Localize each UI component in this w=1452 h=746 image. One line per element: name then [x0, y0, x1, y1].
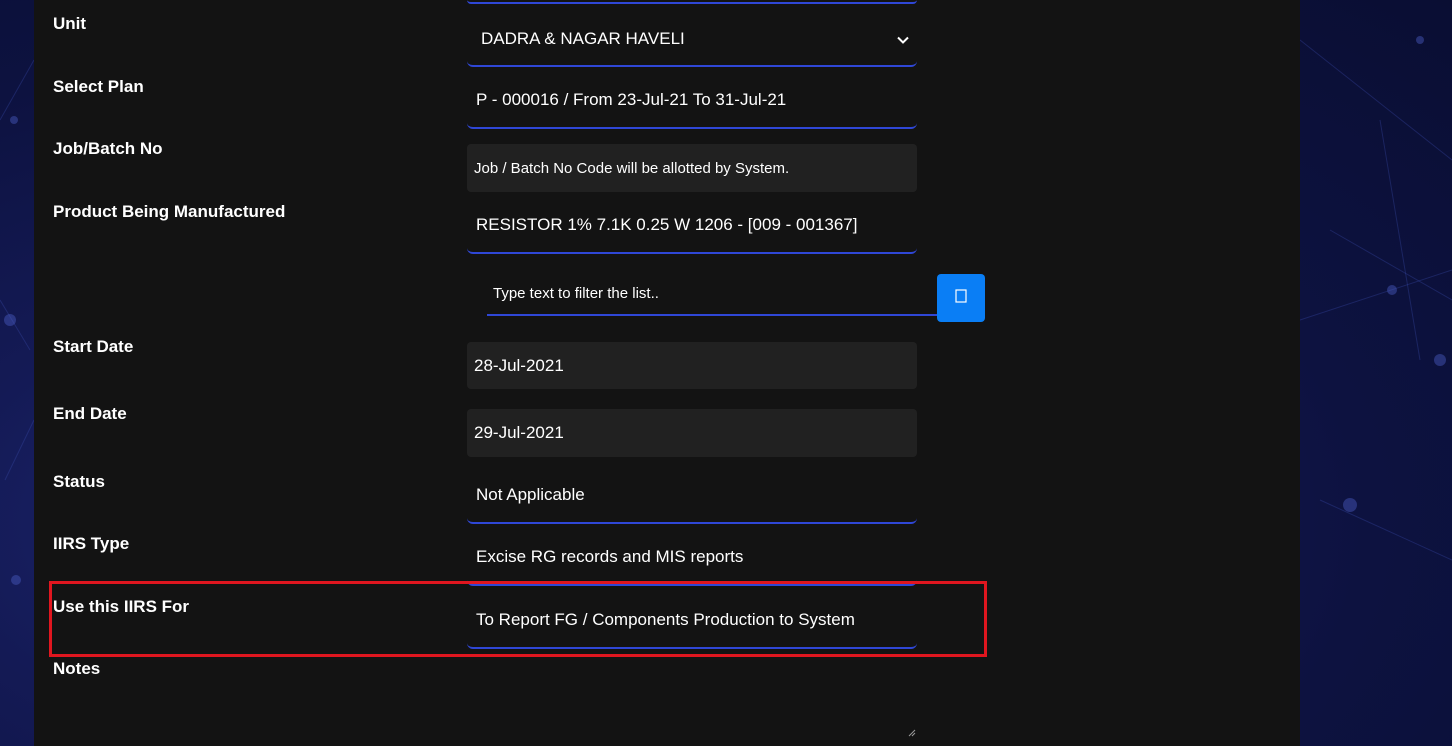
product-field[interactable]: RESISTOR 1% 7.1K 0.25 W 1206 - [009 - 00… [467, 198, 917, 254]
filter-list-input[interactable]: Type text to filter the list.. [487, 272, 939, 316]
select-plan-value: P - 000016 / From 23-Jul-21 To 31-Jul-21 [476, 90, 787, 109]
filter-icon [955, 288, 967, 308]
status-label: Status [53, 472, 105, 491]
job-batch-no-value: Job / Batch No Code will be allotted by … [474, 159, 790, 177]
select-plan-field[interactable]: P - 000016 / From 23-Jul-21 To 31-Jul-21 [467, 73, 917, 129]
unit-select[interactable]: DADRA & NAGAR HAVELI [467, 12, 917, 67]
product-value: RESISTOR 1% 7.1K 0.25 W 1206 - [009 - 00… [476, 215, 858, 234]
unit-select-value: DADRA & NAGAR HAVELI [481, 28, 685, 48]
previous-field-edge [467, 0, 917, 4]
end-date-value: 29-Jul-2021 [474, 423, 564, 442]
status-value: Not Applicable [476, 484, 585, 504]
end-date-field[interactable]: 29-Jul-2021 [467, 409, 917, 457]
chevron-down-icon [897, 31, 909, 47]
start-date-field[interactable]: 28-Jul-2021 [467, 342, 917, 389]
start-date-label: Start Date [53, 337, 134, 356]
highlight-box [49, 581, 987, 657]
product-label: Product Being Manufactured [53, 202, 286, 221]
iirs-type-value: Excise RG records and MIS reports [476, 546, 744, 566]
iirs-type-label: IIRS Type [53, 534, 130, 553]
start-date-value: 28-Jul-2021 [474, 355, 564, 375]
select-plan-label: Select Plan [53, 77, 144, 96]
resize-handle-icon[interactable] [908, 729, 916, 737]
job-batch-no-label: Job/Batch No [53, 139, 163, 158]
filter-button[interactable] [937, 274, 985, 322]
notes-label: Notes [53, 659, 101, 678]
unit-label: Unit [53, 14, 87, 33]
status-field[interactable]: Not Applicable [467, 467, 917, 524]
filter-list-placeholder: Type text to filter the list.. [493, 284, 659, 302]
notes-textarea[interactable] [467, 662, 917, 740]
end-date-label: End Date [53, 404, 127, 423]
iirs-type-field[interactable]: Excise RG records and MIS reports [467, 529, 917, 586]
job-batch-no-field: Job / Batch No Code will be allotted by … [467, 144, 917, 192]
